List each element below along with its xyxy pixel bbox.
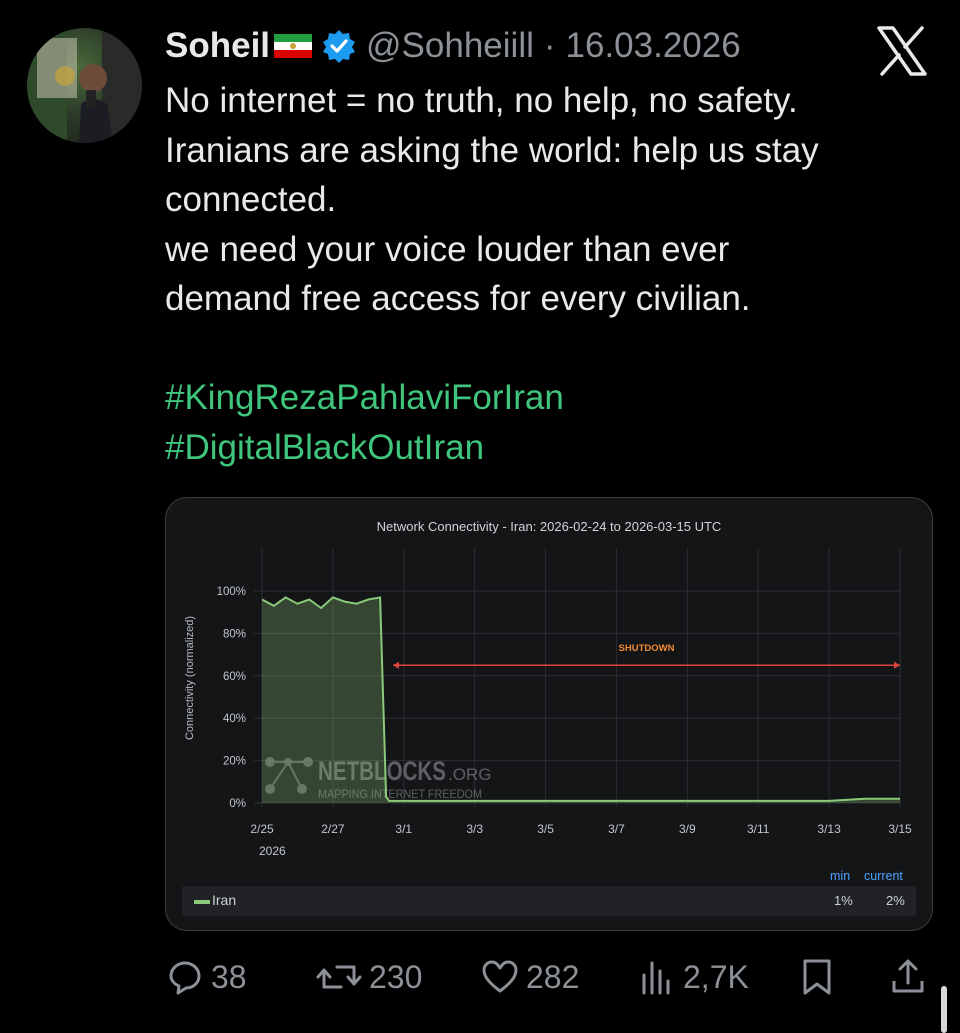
legend-header-min: min <box>830 869 851 883</box>
shutdown-arrow-head-left <box>393 661 400 669</box>
author-name[interactable]: Soheil <box>165 26 270 66</box>
y-tick-label: 60% <box>223 671 246 683</box>
watermark-suffix: .ORG <box>448 765 491 784</box>
bookmark-icon <box>803 959 831 995</box>
repost-button[interactable]: 230 <box>315 950 422 1004</box>
y-axis-label: Connectivity (normalized) <box>184 616 196 740</box>
share-icon <box>892 959 924 993</box>
x-tick-year: 2026 <box>259 844 286 858</box>
x-tick-label: 2/27 <box>321 822 345 836</box>
x-tick-label: 3/5 <box>537 822 554 836</box>
hashtag-link[interactable]: #KingRezaPahlaviForIran <box>165 373 935 423</box>
reply-count: 38 <box>211 958 247 995</box>
tweet-line: No internet = no truth, no help, no safe… <box>165 81 798 120</box>
heart-icon <box>482 960 518 993</box>
tweet-header: Soheil @Sohheiill · 16.03.2026 <box>165 22 741 70</box>
repost-count: 230 <box>369 958 423 995</box>
tweet-text: No internet = no truth, no help, no safe… <box>165 76 935 472</box>
reply-button[interactable]: 38 <box>165 950 247 1004</box>
x-tick-label: 3/7 <box>608 822 625 836</box>
like-button[interactable]: 282 <box>480 950 579 1004</box>
chart-legend: Iran 1% 2% <box>182 886 916 916</box>
reply-icon <box>169 961 201 995</box>
bookmark-button[interactable] <box>797 950 837 1004</box>
scrollbar[interactable] <box>941 986 947 1033</box>
tweet-date[interactable]: 16.03.2026 <box>566 26 741 66</box>
series-area-iran <box>262 597 900 803</box>
y-tick-label: 100% <box>217 586 246 598</box>
repost-icon <box>316 965 362 989</box>
x-tick-label: 3/13 <box>817 822 841 836</box>
legend-series-name: Iran <box>212 892 237 908</box>
author-avatar[interactable] <box>27 28 142 143</box>
like-count: 282 <box>526 958 580 995</box>
connectivity-chart: Network Connectivity - Iran: 2026-02-24 … <box>184 519 912 858</box>
hashtag-link[interactable]: #DigitalBlackOutIran <box>165 423 935 473</box>
y-tick-label: 80% <box>223 628 246 640</box>
tweet-line: demand free access for every civilian. <box>165 279 751 318</box>
avatar-photo <box>27 28 142 143</box>
legend-swatch <box>194 900 210 904</box>
y-tick-label: 40% <box>223 713 246 725</box>
x-tick-label: 3/9 <box>679 822 696 836</box>
tweet-line: Iranians are asking the world: help us s… <box>165 130 819 220</box>
share-button[interactable] <box>888 950 928 1004</box>
header-separator: · <box>543 26 556 65</box>
view-count: 2,7K <box>683 958 749 995</box>
legend-current-value: 2% <box>886 893 905 908</box>
y-tick-label: 0% <box>229 798 246 810</box>
x-logo-icon <box>876 26 928 76</box>
tweet-actions: 38 230 282 2,7K <box>0 950 960 1004</box>
views-button[interactable]: 2,7K <box>637 950 749 1004</box>
shutdown-arrow-head-right <box>894 661 900 669</box>
legend-min-value: 1% <box>834 893 853 908</box>
chart-title: Network Connectivity - Iran: 2026-02-24 … <box>377 519 722 534</box>
x-tick-label: 3/1 <box>395 822 412 836</box>
x-tick-label: 3/3 <box>466 822 483 836</box>
attached-chart-image[interactable]: Network Connectivity - Iran: 2026-02-24 … <box>165 497 933 931</box>
shutdown-label: SHUTDOWN <box>619 643 675 654</box>
legend-header-current: current <box>864 869 903 883</box>
views-chart-icon <box>642 961 670 995</box>
tweet-line: we need your voice louder than ever <box>165 229 730 269</box>
x-tick-label: 2/25 <box>250 822 274 836</box>
x-tick-label: 3/11 <box>747 822 770 836</box>
y-tick-label: 20% <box>223 756 246 768</box>
iran-flag-icon <box>274 34 313 58</box>
author-handle[interactable]: @Sohheiill <box>366 26 534 66</box>
x-tick-label: 3/15 <box>888 822 912 836</box>
verified-badge-icon[interactable] <box>322 29 356 63</box>
